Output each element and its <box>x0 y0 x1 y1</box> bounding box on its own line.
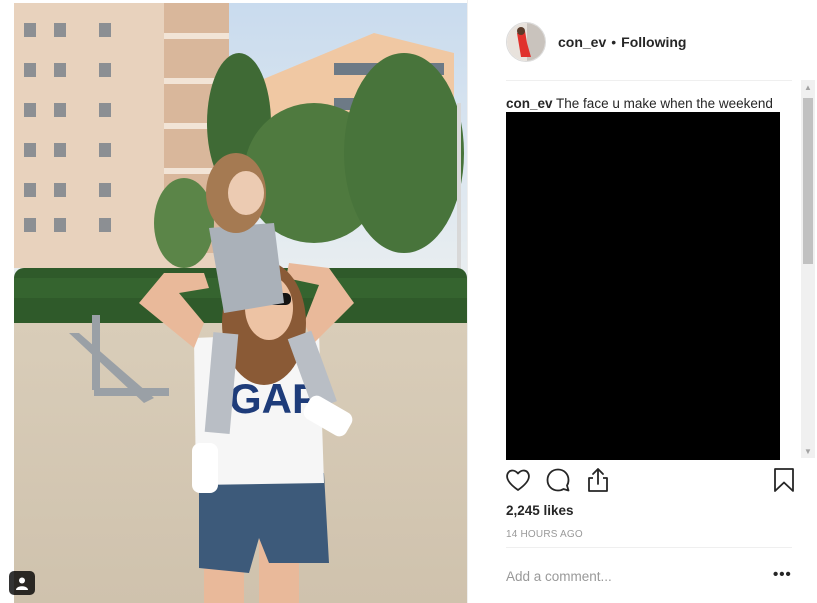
header-divider <box>506 80 792 81</box>
post-details-panel: con_ev • Following con_ev The face u mak… <box>467 0 817 603</box>
action-bar <box>504 466 798 498</box>
post-photo-pane: GAP <box>0 0 467 603</box>
avatar[interactable] <box>506 22 546 62</box>
caption-username[interactable]: con_ev <box>506 96 553 111</box>
redacted-block <box>506 112 780 460</box>
scrollbar-thumb[interactable] <box>803 98 813 264</box>
user-tag-button[interactable] <box>9 571 35 595</box>
more-options-button[interactable]: ••• <box>773 566 792 583</box>
user-tag-icon <box>16 577 28 590</box>
username-link[interactable]: con_ev <box>558 34 606 50</box>
heart-icon <box>506 469 530 491</box>
separator-dot: • <box>611 34 617 50</box>
share-button[interactable] <box>584 466 612 499</box>
likes-count[interactable]: 2,245 likes <box>506 503 574 518</box>
avatar-image <box>507 23 545 61</box>
following-button[interactable]: Following <box>621 34 686 50</box>
comments-area: con_ev The face u make when the weekend … <box>506 95 786 460</box>
comment-divider <box>506 547 792 548</box>
bookmark-icon <box>774 468 794 492</box>
share-icon <box>588 468 608 492</box>
save-button[interactable] <box>770 466 798 499</box>
post-header: con_ev • Following <box>506 20 796 64</box>
scroll-down-icon[interactable]: ▼ <box>801 444 815 458</box>
post-timestamp[interactable]: 14 HOURS AGO <box>506 529 583 540</box>
comment-icon <box>546 468 570 492</box>
like-button[interactable] <box>504 466 532 499</box>
comments-scrollbar[interactable]: ▲ ▼ <box>801 80 815 458</box>
post-photo[interactable]: GAP <box>14 3 467 603</box>
comment-input[interactable] <box>506 565 756 587</box>
comment-button[interactable] <box>544 466 572 499</box>
scroll-up-icon[interactable]: ▲ <box>801 80 815 94</box>
